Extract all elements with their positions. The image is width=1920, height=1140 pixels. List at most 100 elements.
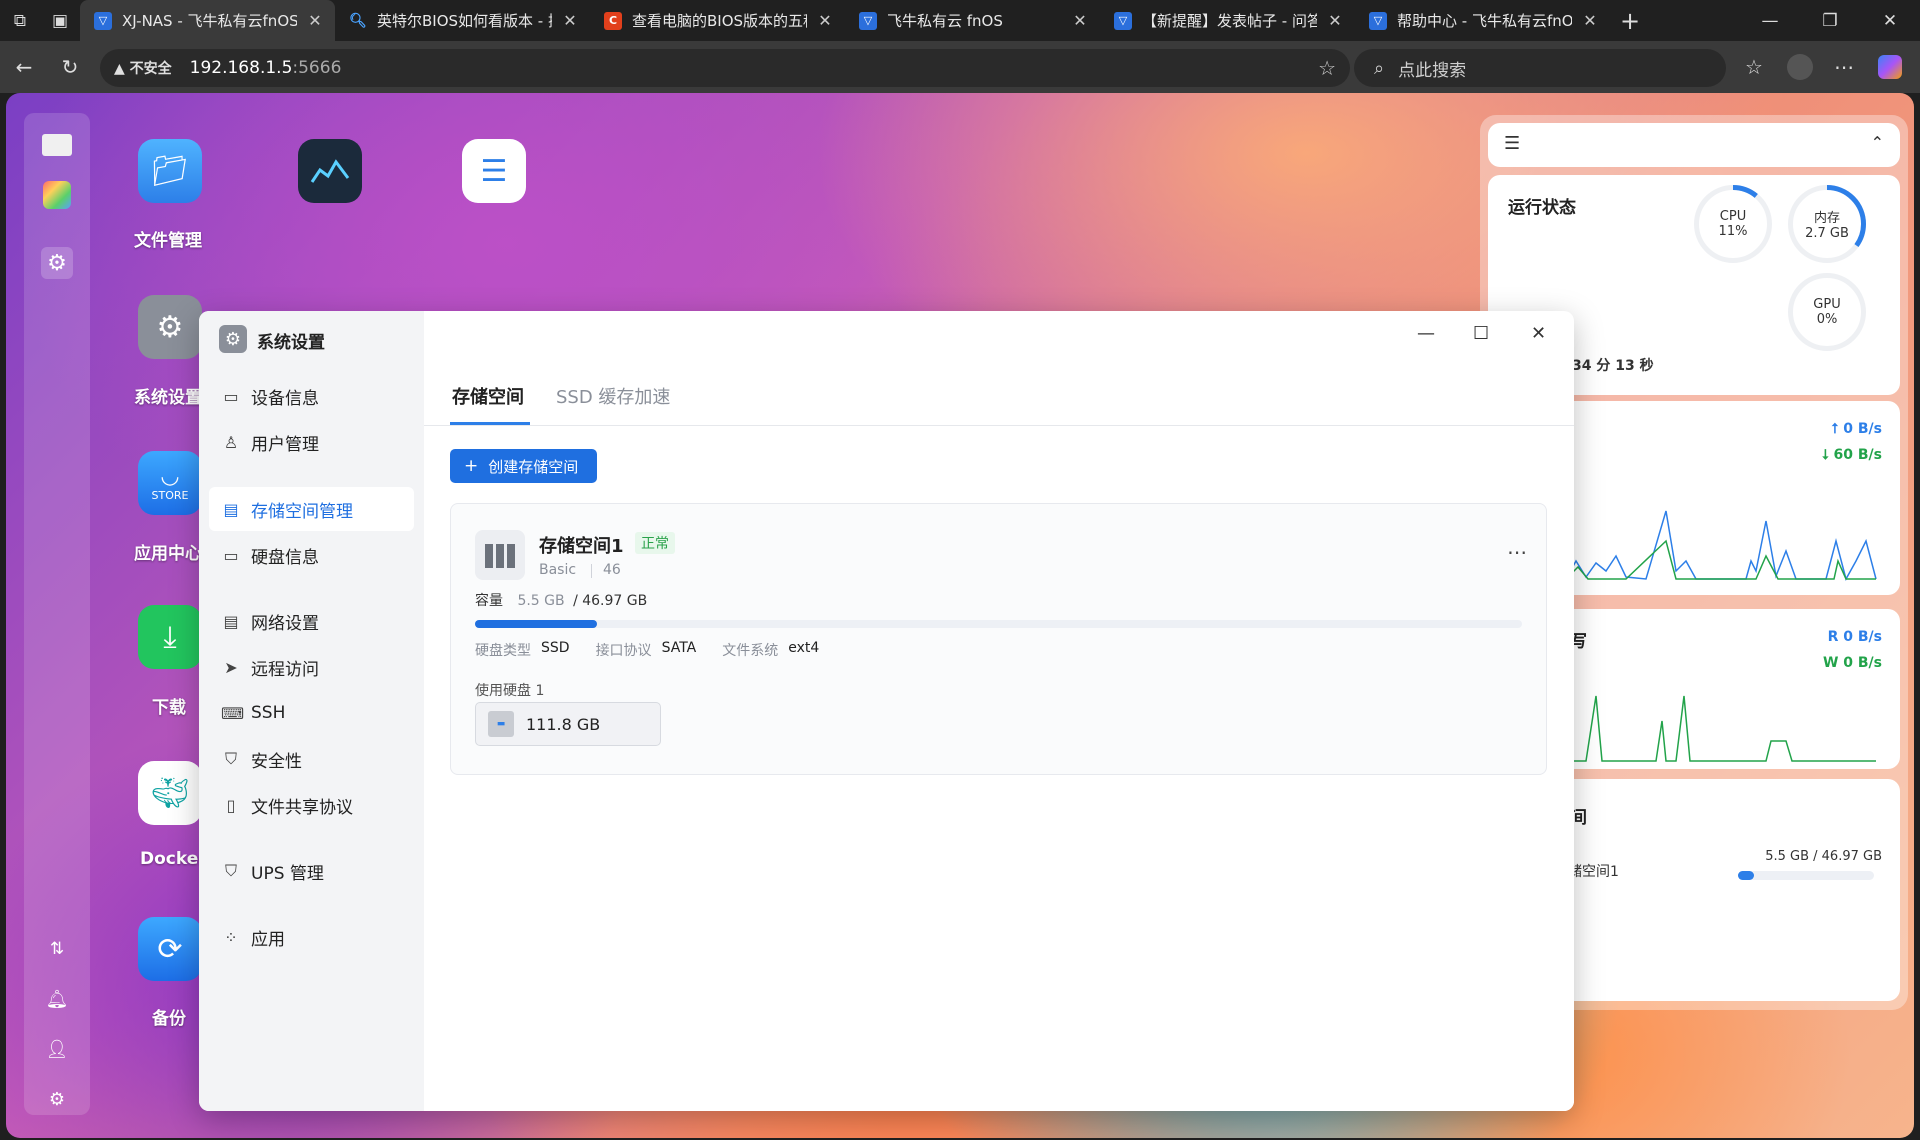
store-icon[interactable]: ◡ STORE	[138, 451, 202, 515]
capacity-bar	[475, 620, 1522, 628]
avatar[interactable]	[1784, 51, 1816, 83]
cpu-ring-arc	[1694, 185, 1772, 263]
sidebar-item-ups[interactable]: ⛉ UPS 管理	[209, 849, 414, 893]
close-icon[interactable]: ✕	[560, 11, 580, 30]
tab-divider	[424, 425, 1574, 426]
bell-icon[interactable]: 🔔︎	[41, 983, 73, 1015]
browser-tab[interactable]: C 查看电脑的BIOS版本的五种 ✕	[590, 0, 845, 41]
gear-icon[interactable]: ⚙	[138, 295, 202, 359]
sidebar-item-label: SSH	[251, 703, 286, 723]
sidebar-item-harddisk[interactable]: ▭ 硬盘信息	[209, 533, 414, 577]
resource-monitor-icon[interactable]	[298, 139, 362, 203]
url-field[interactable]: ▲ 不安全 192.168.1.5:5666 ☆	[100, 49, 1350, 87]
close-icon[interactable]: ✕	[1531, 323, 1546, 344]
sidebar-item-file-share[interactable]: ▯ 文件共享协议	[209, 783, 414, 827]
back-icon[interactable]: ←	[8, 51, 40, 83]
maximize-icon[interactable]: ❐	[1800, 0, 1860, 41]
new-tab-icon[interactable]: +	[1610, 0, 1650, 41]
favorites-icon[interactable]: ☆	[1738, 51, 1770, 83]
copilot-icon[interactable]	[1874, 51, 1906, 83]
search-input[interactable]: ⌕ 点此搜索	[1354, 49, 1726, 87]
browser-tab-bar: ⧉ ▣ ▽ XJ-NAS - 飞牛私有云fnOS ✕ 🔍︎ 英特尔BIOS如何看…	[0, 0, 1920, 41]
sidebar-item-network[interactable]: ▤ 网络设置	[209, 599, 414, 643]
capacity-total: / 46.97 GB	[573, 593, 648, 609]
filesystem-value: ext4	[788, 640, 820, 656]
tab-actions-icon[interactable]: ▣	[40, 0, 80, 41]
more-options-icon[interactable]: ⋯	[1507, 540, 1527, 564]
tab-storage[interactable]: 存储空间	[452, 383, 524, 409]
security-warning[interactable]: ▲ 不安全	[114, 58, 172, 78]
settings-window: ⚙ 系统设置 — ☐ ✕ ▭ 设备信息 ♙ 用户管理 ▤ 存储空间管理 ▭ 硬盘信息 ▤…	[199, 311, 1574, 1111]
tab-ssd-cache[interactable]: SSD 缓存加速	[556, 383, 670, 409]
browser-tab[interactable]: ▽ XJ-NAS - 飞牛私有云fnOS ✕	[80, 0, 335, 41]
minimize-icon[interactable]: —	[1417, 323, 1435, 344]
browser-tab[interactable]: ▽ 【新提醒】发表帖子 - 问答 ✕	[1100, 0, 1355, 41]
maximize-icon[interactable]: ☐	[1473, 323, 1489, 344]
search-icon: ⌕	[1374, 57, 1385, 79]
star-icon[interactable]: ☆	[1318, 56, 1336, 80]
browser-tab[interactable]: ▽ 飞牛私有云 fnOS ✕	[845, 0, 1100, 41]
desktop-icon-label: 系统设置	[134, 388, 202, 408]
app-grid-icon[interactable]	[41, 179, 73, 211]
close-icon[interactable]: ✕	[1580, 11, 1600, 30]
user-icon[interactable]: 👤︎	[41, 1033, 73, 1065]
widget-title: 运行状态	[1508, 198, 1576, 218]
folder-icon[interactable]: 📁︎	[138, 139, 202, 203]
close-icon[interactable]: ✕	[1070, 11, 1090, 30]
active-tab-indicator	[450, 422, 530, 425]
browser-tab[interactable]: ▽ 帮助中心 - 飞牛私有云fnOS ✕	[1355, 0, 1610, 41]
desktop-icon-label: 应用中心	[134, 544, 202, 564]
fnos-favicon-icon: ▽	[1369, 11, 1387, 30]
sidebar-item-ssh[interactable]: ⌨ SSH	[209, 691, 414, 735]
settings-icon[interactable]: ⚙	[41, 1083, 73, 1115]
minimize-icon[interactable]: —	[1740, 0, 1800, 41]
reload-icon[interactable]: ↻	[54, 51, 86, 83]
memory-ring-arc	[1788, 185, 1866, 263]
desktop-icon[interactable]	[41, 129, 73, 161]
sidebar-item-security[interactable]: ⛉ 安全性	[209, 737, 414, 781]
sidebar-item-label: 安全性	[251, 751, 302, 772]
sidebar-item-label: UPS 管理	[251, 863, 324, 884]
sidebar-item-apps[interactable]: ⁘ 应用	[209, 915, 414, 959]
close-icon[interactable]: ✕	[815, 11, 835, 30]
sidebar-item-users[interactable]: ♙ 用户管理	[209, 420, 414, 464]
disk-chip[interactable]: ▬ 111.8 GB	[475, 702, 661, 746]
disk-io-chart	[1566, 695, 1876, 762]
sidebar-item-label: 网络设置	[251, 613, 319, 634]
csdn-favicon-icon: C	[604, 11, 622, 30]
gear-icon[interactable]: ⚙	[41, 247, 73, 279]
url-port: :5666	[292, 58, 342, 78]
sidebar-item-device-info[interactable]: ▭ 设备信息	[209, 374, 414, 418]
collapse-icon[interactable]: ⌃	[1871, 133, 1884, 152]
pool-id: 46	[603, 562, 621, 578]
sidebar-item-remote-access[interactable]: ➤ 远程访问	[209, 645, 414, 689]
window-title: 系统设置	[257, 333, 325, 353]
transfer-icon[interactable]: ⇅	[41, 933, 73, 965]
backup-sync-icon[interactable]: ⟳	[138, 917, 202, 981]
sidebar-item-storage[interactable]: ▤ 存储空间管理	[209, 487, 414, 531]
capacity-bar-fill	[475, 620, 598, 628]
disk-write-rate: W 0 B/s	[1822, 655, 1882, 671]
storage-pool-card[interactable]: 存储空间1 正常 Basic 46 ⋯ 容量 5.5 GB / 46.97 GB…	[450, 503, 1547, 775]
filter-icon[interactable]: ☰	[1504, 133, 1520, 154]
docker-icon[interactable]: 🐳︎	[138, 761, 202, 825]
security-label: 不安全	[129, 61, 172, 77]
close-icon[interactable]: ✕	[1325, 11, 1345, 30]
storage-manager-icon[interactable]: ☰	[462, 139, 526, 203]
harddisk-icon: ▬	[488, 711, 514, 737]
close-window-icon[interactable]: ✕	[1860, 0, 1920, 41]
pool-raid-type: Basic	[539, 562, 577, 578]
close-icon[interactable]: ✕	[305, 11, 325, 30]
browser-tab[interactable]: 🔍︎ 英特尔BIOS如何看版本 - 搜 ✕	[335, 0, 590, 41]
network-icon: ▤	[223, 611, 239, 631]
sidebar-item-label: 用户管理	[251, 434, 319, 455]
fnos-favicon-icon: ▽	[859, 11, 877, 30]
memory-ring: 内存 2.7 GB	[1788, 185, 1866, 263]
download-value: 60 B/s	[1833, 447, 1882, 463]
plus-icon: +	[464, 456, 479, 476]
create-storage-label: 创建存储空间	[488, 457, 579, 476]
download-icon[interactable]: ⤓	[138, 605, 202, 669]
workspaces-icon[interactable]: ⧉	[0, 0, 40, 41]
more-icon[interactable]: ⋯	[1828, 51, 1860, 83]
create-storage-button[interactable]: + 创建存储空间	[450, 449, 597, 483]
